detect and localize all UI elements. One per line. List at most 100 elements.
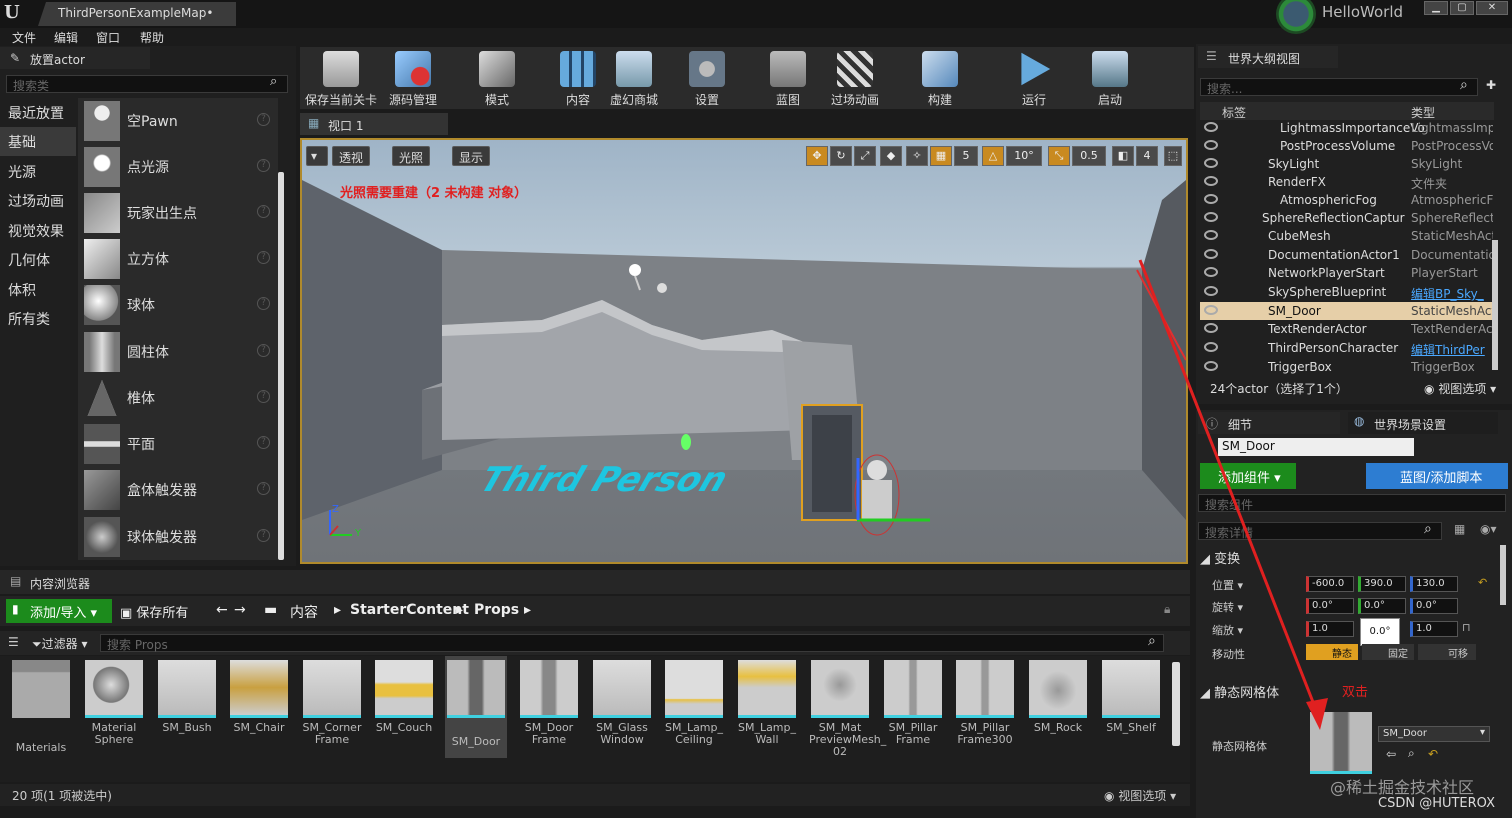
rotate-tool-icon[interactable]: ↻ — [830, 146, 852, 166]
help-icon[interactable]: ? — [257, 482, 270, 495]
breadcrumb-startercontent[interactable]: StarterContent — [350, 602, 469, 618]
asset-tile[interactable]: SM_Mat PreviewMesh_ 02 — [809, 660, 886, 760]
blueprints-button[interactable]: 蓝图 — [760, 47, 816, 109]
use-selected-arrow-icon[interactable]: ⇦ — [1386, 747, 1396, 761]
cinematics-button[interactable]: 过场动画 — [824, 47, 886, 109]
mobility-stationary-button[interactable]: 固定 — [1362, 644, 1414, 660]
modes-button[interactable]: 模式 — [460, 47, 534, 109]
project-badge[interactable]: HelloWorld — [1266, 0, 1416, 34]
camera-speed-icon[interactable]: ◧ — [1112, 146, 1134, 166]
outliner-scrollbar[interactable] — [1492, 240, 1498, 370]
visibility-eye-icon[interactable] — [1204, 122, 1218, 132]
help-icon[interactable]: ? — [257, 113, 270, 126]
translate-tool-icon[interactable]: ✥ — [806, 146, 828, 166]
category-geometry[interactable]: 几何体 — [0, 245, 76, 274]
outliner-row-type[interactable]: 编辑BP_Sky_ — [1411, 285, 1493, 302]
show-button[interactable]: 显示 — [452, 146, 491, 166]
map-tab[interactable]: ThirdPersonExampleMap• — [38, 2, 236, 26]
asset-tile[interactable]: SM_Pillar Frame300 — [954, 660, 1016, 760]
settings-button[interactable]: 设置 — [680, 47, 734, 109]
rotation-y-field[interactable]: 0.0° — [1358, 598, 1406, 614]
help-icon[interactable]: ? — [257, 159, 270, 172]
rotation-z-field[interactable]: 0.0° — [1410, 598, 1458, 614]
asset-tile[interactable]: SM_Chair — [228, 660, 290, 760]
menu-edit[interactable]: 编辑 — [54, 29, 78, 46]
maximize-button[interactable]: ▢ — [1450, 1, 1474, 15]
asset-search-input[interactable]: 搜索 Props — [100, 634, 1164, 652]
breadcrumb-content[interactable]: 内容 — [290, 602, 318, 622]
actor-item-box-trigger[interactable]: 盒体触发器? — [80, 468, 276, 512]
category-recent[interactable]: 最近放置 — [0, 98, 76, 127]
asset-tile[interactable]: Material Sphere — [83, 660, 145, 760]
asset-tile[interactable]: SM_Pillar Frame — [882, 660, 944, 760]
outliner-row[interactable]: RenderFX 文件夹 — [1200, 173, 1494, 191]
category-volumes[interactable]: 体积 — [0, 275, 76, 304]
close-button[interactable]: ✕ — [1476, 1, 1508, 15]
actor-item-sphere[interactable]: 球体? — [80, 283, 276, 327]
eye-icon[interactable]: ◉▾ — [1480, 522, 1497, 536]
menu-help[interactable]: 帮助 — [140, 29, 164, 46]
scale-tool-icon[interactable]: ⤢ — [854, 146, 876, 166]
rotation-snap-icon[interactable]: △ — [982, 146, 1004, 166]
grid-size-value[interactable]: 5 — [954, 146, 978, 166]
grid-view-icon[interactable]: ▦ — [1454, 522, 1465, 536]
actor-item-plane[interactable]: 平面? — [80, 422, 276, 466]
location-z-field[interactable]: 130.0 — [1410, 576, 1458, 592]
back-arrow-icon[interactable]: ← — [216, 602, 228, 618]
outliner-row[interactable]: SphereReflectionCaptur SphereReflecti — [1200, 209, 1494, 227]
save-level-button[interactable]: 保存当前关卡 — [304, 47, 378, 109]
visibility-eye-icon[interactable] — [1204, 176, 1218, 186]
help-icon[interactable]: ? — [257, 390, 270, 403]
category-cinematic[interactable]: 过场动画 — [0, 186, 76, 215]
actor-item-cylinder[interactable]: 圆柱体? — [80, 330, 276, 374]
asset-tile[interactable]: SM_Corner Frame — [301, 660, 363, 760]
menu-window[interactable]: 窗口 — [96, 29, 120, 46]
asset-tile[interactable]: SM_Glass Window — [591, 660, 653, 760]
asset-tile[interactable]: SM_Lamp_ Wall — [736, 660, 798, 760]
actor-item-point-light[interactable]: 点光源? — [80, 145, 276, 189]
actor-item-cube[interactable]: 立方体? — [80, 237, 276, 281]
minimize-button[interactable]: ▁ — [1424, 1, 1448, 15]
browse-search-icon[interactable]: ⌕ — [1408, 746, 1415, 761]
location-y-field[interactable]: 390.0 — [1358, 576, 1406, 592]
build-button[interactable]: 构建 — [912, 47, 968, 109]
category-all-classes[interactable]: 所有类 — [0, 304, 76, 333]
maximize-viewport-icon[interactable]: ⬚ — [1164, 146, 1182, 166]
outliner-row[interactable]: AtmosphericFog AtmosphericFo — [1200, 191, 1494, 209]
filter-button[interactable]: ⏷过滤器 ▾ — [32, 635, 87, 652]
camera-speed-value[interactable]: 4 — [1136, 146, 1158, 166]
view-options-button[interactable]: ◉ 视图选项 ▾ — [1104, 787, 1176, 804]
world-outliner-tab[interactable]: 世界大纲视图 — [1198, 46, 1338, 68]
asset-tile[interactable]: SM_Lamp_ Ceiling — [663, 660, 725, 760]
asset-tile-selected[interactable]: SM_Door — [445, 656, 507, 758]
place-actor-tab[interactable]: 放置actor — [0, 47, 150, 69]
add-actor-icon[interactable]: ✚ — [1486, 78, 1496, 92]
sources-toggle-icon[interactable]: ☰ — [8, 635, 19, 649]
grid-snap-icon[interactable]: ▦ — [930, 146, 952, 166]
details-scrollbar[interactable] — [1500, 545, 1506, 605]
add-import-button[interactable]: 添加/导入 ▾ — [6, 599, 112, 623]
asset-tile[interactable]: SM_Couch — [373, 660, 435, 760]
category-basic[interactable]: 基础 — [0, 127, 76, 156]
visibility-eye-icon[interactable] — [1204, 194, 1218, 204]
visibility-eye-icon[interactable] — [1204, 230, 1218, 240]
actor-list-scrollbar[interactable] — [278, 172, 284, 560]
menu-file[interactable]: 文件 — [12, 29, 36, 46]
rotation-snap-value[interactable]: 10° — [1006, 146, 1042, 166]
help-icon[interactable]: ? — [257, 205, 270, 218]
content-button[interactable]: 内容 — [552, 47, 604, 109]
lock-scale-icon[interactable]: ⊓ — [1462, 621, 1471, 634]
launch-button[interactable]: 启动 — [1082, 47, 1138, 109]
surface-snap-icon[interactable]: ✧ — [906, 146, 928, 166]
actor-item-sphere-trigger[interactable]: 球体触发器? — [80, 515, 276, 559]
help-icon[interactable]: ? — [257, 344, 270, 357]
source-control-button[interactable]: 源码管理 — [382, 47, 444, 109]
level-viewport[interactable]: ▾ 透视 光照 显示 ✥ ↻ ⤢ ◆ ✧ ▦ 5 △ 10° ⤡ 0.5 ◧ 4… — [300, 138, 1188, 564]
scale-snap-icon[interactable]: ⤡ — [1048, 146, 1070, 166]
help-icon[interactable]: ? — [257, 529, 270, 542]
world-settings-tab[interactable]: 世界场景设置 — [1348, 412, 1498, 434]
visibility-eye-icon[interactable] — [1204, 140, 1218, 150]
viewport-tab[interactable]: 视口 1 — [300, 113, 448, 135]
scale-z-field[interactable]: 1.0 — [1410, 621, 1458, 637]
viewport-options-button[interactable]: ▾ — [306, 146, 328, 166]
